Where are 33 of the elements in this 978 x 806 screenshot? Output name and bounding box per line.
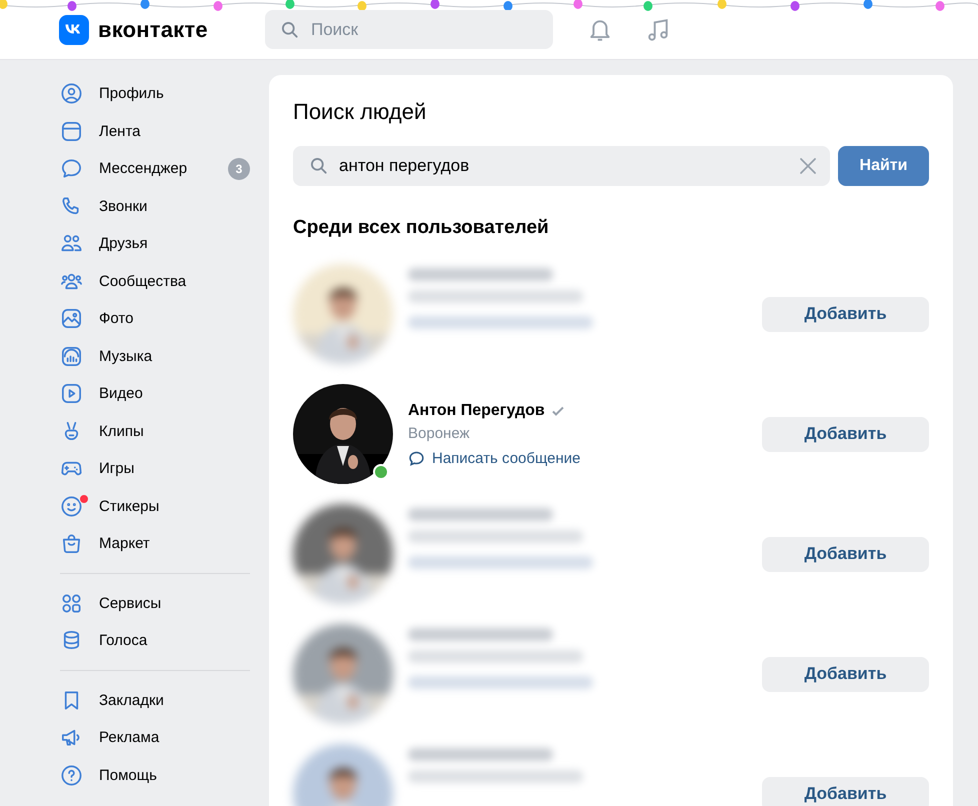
sidebar-item[interactable]: Видео [99, 385, 250, 402]
add-button[interactable]: Добавить [762, 296, 929, 332]
sidebar-item[interactable]: Реклама [99, 729, 250, 746]
add-button[interactable]: Добавить [762, 416, 929, 452]
user-name[interactable]: Антон Перегудов [408, 402, 545, 420]
sidebar-item[interactable]: Профиль [99, 85, 250, 102]
add-button[interactable]: Добавить [762, 656, 929, 692]
sidebar-item[interactable]: Сервисы [99, 594, 250, 612]
sidebar-item[interactable]: Маркет [99, 535, 250, 552]
sidebar-item[interactable]: Мессенджер [99, 160, 228, 178]
sidebar-item[interactable]: Клипы [99, 422, 250, 440]
sidebar-item[interactable]: Закладки [99, 692, 250, 709]
page-title: Поиск людей [293, 99, 428, 125]
search-field[interactable]: Поиск [265, 10, 553, 49]
sidebar-item[interactable]: Игры [99, 460, 250, 478]
sidebar-item[interactable]: Фото [99, 310, 250, 328]
sidebar-item[interactable]: Звонки [99, 198, 250, 215]
user-city: Воронеж [408, 424, 471, 442]
logo-text: вконтакте [98, 16, 208, 42]
sidebar-item[interactable]: Друзья [99, 235, 250, 252]
section-title: Среди всех пользователей [293, 217, 550, 239]
sidebar-item[interactable]: Лента [99, 122, 250, 140]
sidebar-item[interactable]: Сообщества [99, 272, 250, 290]
search-button[interactable]: Найти [838, 146, 929, 186]
sidebar-item[interactable]: Музыка [99, 348, 250, 365]
sidebar-item[interactable]: Стикеры [99, 498, 250, 515]
add-button[interactable]: Добавить [762, 776, 929, 806]
sidebar-item[interactable]: Помощь [99, 766, 250, 784]
query-field[interactable]: антон перегудов [293, 146, 830, 186]
message-link[interactable]: Написать сообщение [408, 450, 762, 466]
add-button[interactable]: Добавить [762, 536, 929, 572]
sidebar-item[interactable]: Голоса [99, 632, 250, 650]
count-badge: 3 [228, 158, 250, 180]
